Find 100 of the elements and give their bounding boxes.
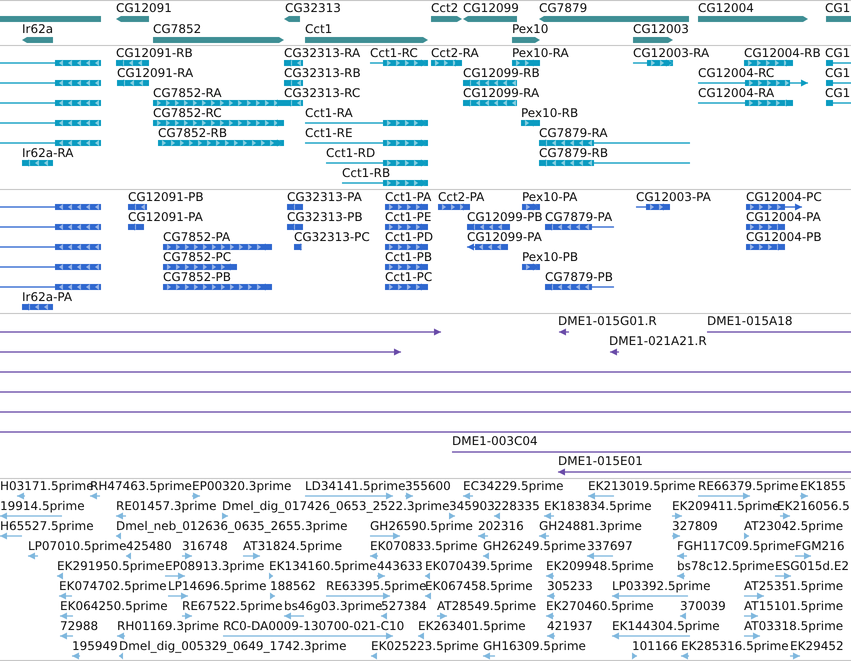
est-label: 101166: [632, 639, 678, 653]
protein-label: Cct2-PA: [438, 190, 484, 204]
transcript-label: CG7852-RC: [153, 106, 222, 120]
est-label: 188562: [270, 579, 316, 593]
est-label: EK213019.5prime: [588, 479, 696, 493]
clone-label: DME1-015A18: [707, 314, 793, 328]
est-label: 19914.5prime: [0, 499, 85, 513]
est-label: EP00320.3prime: [192, 479, 292, 493]
gene-label: CG32313: [285, 1, 341, 15]
protein-label: CG32313-PA: [287, 190, 362, 204]
est-label: Dmel_dig_005329_0649_1742.3prime: [119, 639, 347, 653]
protein-label: Cct1-PB: [385, 250, 432, 264]
est-label: 527384: [381, 599, 427, 613]
protein-label: Pex10-PB: [522, 250, 578, 264]
gene-label: Cct1: [305, 22, 332, 36]
transcript-label: CG7852-RB: [158, 126, 228, 140]
clone-label: DME1-021A21.R: [609, 334, 707, 348]
protein-label: CG7879-PA: [545, 210, 612, 224]
transcript-label: Ir62a-RA: [22, 146, 74, 160]
est-label: Dmel_neb_012636_0635_2655.3prime: [116, 519, 348, 533]
transcript-label: CG1: [825, 46, 850, 60]
est-label: LP14696.5prime: [168, 579, 267, 593]
transcript-label: CG32313-RC: [284, 86, 360, 100]
est-label: 327809: [672, 519, 718, 533]
est-label: RE01457.3prime: [116, 499, 216, 513]
transcript-label: CG12004-RB: [744, 46, 821, 60]
protein-label: CG12091-PA: [128, 210, 203, 224]
protein-label: Cct1-PE: [385, 210, 432, 224]
transcript-label: Cct1-RB: [342, 166, 390, 180]
gene-label: Cct2: [431, 1, 458, 15]
transcript-label: CG7852-RA: [153, 86, 222, 100]
transcript-label: CG1: [825, 66, 850, 80]
clone-label: DME1-003C04: [452, 434, 538, 448]
transcript-label: CG12091-RB: [116, 46, 193, 60]
transcript-label: CG7879-RA: [539, 126, 608, 140]
est-label: AT31824.5prime: [243, 539, 342, 553]
est-label: H65527.5prime: [0, 519, 94, 533]
est-label: EC34229.5prime: [463, 479, 564, 493]
protein-label: CG12004-PC: [746, 190, 822, 204]
est-label: 72988: [60, 619, 98, 633]
protein-label: Cct1-PC: [385, 270, 432, 284]
est-label: 425480: [126, 539, 172, 553]
est-label: EK183834.5prime: [544, 499, 652, 513]
transcript-label: Cct1-RC: [370, 46, 418, 60]
est-label: bs46g03.3prime: [284, 599, 382, 613]
est-label: RC0-DA0009-130700-021-C10: [223, 619, 404, 633]
protein-label: Pex10-PA: [522, 190, 578, 204]
est-label: EK070439.5prime: [425, 559, 533, 573]
est-label: EK291950.5prime: [57, 559, 165, 573]
est-label: RH01169.3prime: [117, 619, 219, 633]
est-label: 337697: [587, 539, 633, 553]
est-label: RE63395.5prime: [326, 579, 426, 593]
gene-label: CG12099: [463, 1, 519, 15]
transcript-label: CG32313-RA: [284, 46, 360, 60]
est-label: GH26590.5prime: [370, 519, 473, 533]
est-label: FGM216: [795, 539, 844, 553]
clone-label: DME1-015G01.R: [558, 314, 657, 328]
est-label: EK29452: [790, 639, 844, 653]
gene-label: CG1: [825, 1, 850, 15]
transcript-label: CG7879-RB: [539, 146, 608, 160]
transcript-label: CG12091-RA: [117, 66, 194, 80]
est-label: EK064250.5prime: [60, 599, 168, 613]
transcript-label: Cct1-RE: [305, 126, 353, 140]
est-label: EK1855: [800, 479, 846, 493]
transcript-label: Cct2-RA: [431, 46, 479, 60]
est-label: ESG015d.E2: [775, 559, 850, 573]
transcript-label: CG12099-RA: [463, 86, 540, 100]
est-label: 370039: [680, 599, 726, 613]
est-label: 195949: [72, 639, 118, 653]
transcript-label: CG1: [825, 86, 850, 100]
est-label: AT23042.5prime: [744, 519, 844, 533]
est-label: 355600: [405, 479, 451, 493]
est-label: EK209411.5prime: [672, 499, 780, 513]
est-label: EK263401.5prime: [418, 619, 526, 633]
gene-label: CG12091: [116, 1, 172, 15]
est-label: EK285316.5prime: [681, 639, 789, 653]
protein-label: CG12099-PB: [467, 210, 543, 224]
transcript-label: Cct1-RD: [326, 146, 376, 160]
est-label: GH24881.3prime: [539, 519, 642, 533]
protein-label: Cct1-PA: [385, 190, 432, 204]
protein-label: CG7852-PA: [163, 230, 230, 244]
gene-label: CG12003: [633, 22, 689, 36]
est-label: GH16309.5prime: [483, 639, 586, 653]
protein-label: CG12004-PB: [746, 230, 822, 244]
est-label: EK209948.5prime: [546, 559, 654, 573]
gene-label: CG12004: [698, 1, 754, 15]
protein-label: CG32313-PC: [294, 230, 370, 244]
est-label: RE66379.5prime: [698, 479, 798, 493]
gene-label: CG7879: [539, 1, 588, 15]
protein-label: CG12004-PA: [746, 210, 821, 224]
gene-label: Ir62a: [22, 22, 54, 36]
transcript-label: CG12099-RB: [463, 66, 540, 80]
est-label: LD34141.5prime: [305, 479, 406, 493]
est-label: 421937: [547, 619, 593, 633]
transcript-label: Pex10-RA: [512, 46, 569, 60]
transcript-label: CG12003-RA: [633, 46, 710, 60]
protein-label: Ir62a-PA: [22, 290, 72, 304]
protein-label: CG7879-PB: [545, 270, 614, 284]
protein-label: CG12091-PB: [128, 190, 204, 204]
est-label: AT28549.5prime: [437, 599, 536, 613]
